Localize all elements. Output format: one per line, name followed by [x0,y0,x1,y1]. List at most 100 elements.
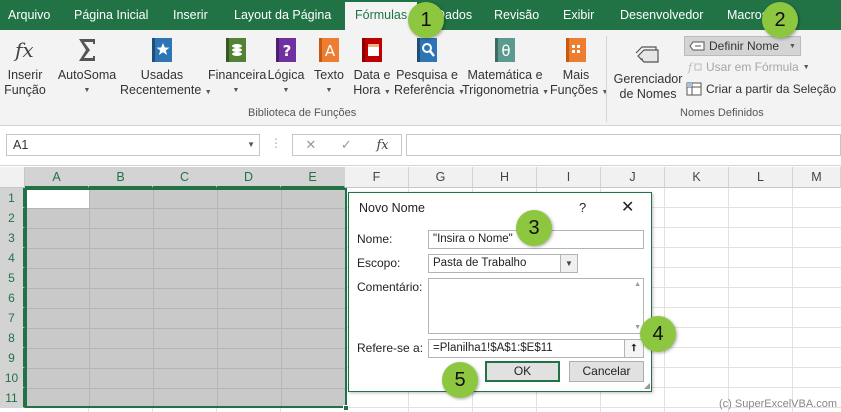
recently-used-button[interactable]: Usadas Recentemente ▼ [120,36,212,100]
financial-label: Financeira [208,68,267,82]
tab-desenvolvedor[interactable]: Desenvolvedor [620,0,703,30]
create-from-selection-label: Criar a partir da Seleção [706,82,837,96]
chevron-down-icon[interactable]: ▼ [789,43,796,50]
text-functions-button[interactable]: A Texto ▼ [310,36,348,98]
name-box[interactable]: A1 ▼ [6,134,260,156]
row-header-11[interactable]: 11 [0,388,25,408]
row-header-2[interactable]: 2 [0,208,25,228]
use-in-formula-button[interactable]: f Usar em Fórmula ▼ [686,60,810,74]
scope-label: Escopo: [357,256,401,270]
scope-select[interactable]: Pasta de Trabalho ▼ [428,254,578,273]
cancel-button[interactable]: Cancelar [569,361,644,382]
column-header-b[interactable]: B [89,167,153,188]
math-trig-button[interactable]: θ Matemática e Trigonometria ▼ [462,36,550,100]
column-header-h[interactable]: H [473,167,537,188]
tab-pagina-inicial[interactable]: Página Inicial [74,0,148,30]
row-header-5[interactable]: 5 [0,268,25,288]
row-header-10[interactable]: 10 [0,368,25,388]
ok-button[interactable]: OK [485,361,560,382]
more-functions-button[interactable]: Mais Funções ▼ [550,36,608,100]
ribbon-formulas: fx Inserir Função AutoSoma ▼ Usadas Rece… [0,30,841,126]
row-header-9[interactable]: 9 [0,348,25,368]
money-book-icon [226,38,246,62]
fill-handle[interactable] [343,405,349,411]
selected-range[interactable] [25,188,347,408]
row-header-8[interactable]: 8 [0,328,25,348]
function-library-group-label: Biblioteca de Funções [248,107,357,119]
datetime-button[interactable]: Data e Hora ▼ [352,36,392,100]
chevron-down-icon: ▼ [542,89,550,96]
name-box-value: A1 [13,138,29,152]
logical-label: Lógica [267,68,305,82]
column-header-i[interactable]: I [537,167,601,188]
column-header-j[interactable]: J [601,167,665,188]
column-header-k[interactable]: K [665,167,729,188]
formula-input[interactable] [406,134,841,156]
define-name-button[interactable]: Definir Nome ▼ [684,36,801,56]
watermark: (c) SuperExcelVBA.com [719,398,837,410]
column-header-f[interactable]: F [345,167,409,188]
column-header-e[interactable]: E [281,167,345,188]
column-header-a[interactable]: A [25,167,89,188]
defined-names-group-label: Nomes Definidos [680,107,764,119]
collapse-dialog-icon[interactable]: ⭡ [624,340,643,357]
row-header-3[interactable]: 3 [0,228,25,248]
tab-formulas[interactable]: Fórmulas [345,2,418,30]
financial-button[interactable]: Financeira ▼ [208,36,267,98]
comment-label: Comentário: [357,280,423,294]
column-header-c[interactable]: C [153,167,217,188]
row-header-6[interactable]: 6 [0,288,25,308]
chevron-down-icon: ▼ [83,87,91,94]
tab-exibir[interactable]: Exibir [563,0,594,30]
column-header-g[interactable]: G [409,167,473,188]
column-header-l[interactable]: L [729,167,793,188]
datetime-label-2: Hora [353,83,381,97]
question-book-icon: ? [276,38,296,62]
formula-bar: A1 ▼ ⋮ ✕ ✓ fx [0,126,841,166]
create-from-selection-button[interactable]: Criar a partir da Seleção [686,82,836,96]
row-header-1[interactable]: 1 [0,188,25,208]
enter-icon[interactable]: ✓ [341,137,352,153]
svg-text:fx: fx [13,38,34,62]
refers-to-label: Refere-se a: [357,341,424,355]
select-all-corner[interactable] [0,167,25,188]
more-functions-label-1: Mais [562,68,590,82]
math-trig-label-1: Matemática e [467,68,543,82]
text-book-icon: A [319,38,339,62]
tab-revisao[interactable]: Revisão [494,0,539,30]
chevron-down-icon[interactable]: ▼ [247,135,255,155]
logical-button[interactable]: ? Lógica ▼ [266,36,306,98]
tab-arquivo[interactable]: Arquivo [8,0,50,30]
insert-function-button[interactable]: fx Inserir Função [4,36,46,98]
column-header-d[interactable]: D [217,167,281,188]
tab-layout-da-pagina[interactable]: Layout da Página [234,0,331,30]
row-header-7[interactable]: 7 [0,308,25,328]
name-manager-button[interactable]: Gerenciador de Nomes [612,44,684,102]
comment-textarea[interactable]: ▲ ▼ [428,278,644,334]
more-functions-label-2: Funções [550,83,598,97]
row-header-4[interactable]: 4 [0,248,25,268]
resize-grip-icon[interactable]: ◢ [644,381,650,390]
svg-text:θ: θ [501,42,510,60]
tab-inserir[interactable]: Inserir [173,0,208,30]
new-name-dialog: Novo Nome ? ✕ Nome: "Insira o Nome" Esco… [348,192,652,392]
resize-grip-icon[interactable]: ⋮ [270,136,282,150]
column-header-m[interactable]: M [793,167,841,188]
callout-badge-5: 5 [442,362,478,398]
dialog-title: Novo Nome [359,201,425,215]
help-icon[interactable]: ? [579,200,586,215]
lookup-reference-button[interactable]: Pesquisa e Referência ▼ [394,36,465,100]
table-select-icon [686,82,702,96]
close-icon[interactable]: ✕ [621,197,634,217]
define-name-label: Definir Nome [709,39,780,53]
autosum-button[interactable]: AutoSoma ▼ [56,36,118,98]
refers-to-input[interactable]: =Planilha1!$A$1:$E$11 ⭡ [428,339,644,358]
scroll-up-icon[interactable]: ▲ [634,281,641,288]
active-cell-a1[interactable] [27,190,89,208]
calendar-book-icon [362,38,382,62]
tag-stack-icon [635,46,659,63]
chevron-down-icon[interactable]: ▼ [560,255,577,272]
fx-icon[interactable]: fx [376,138,388,153]
datetime-label-1: Data e [353,68,391,82]
cancel-icon[interactable]: ✕ [305,137,316,153]
